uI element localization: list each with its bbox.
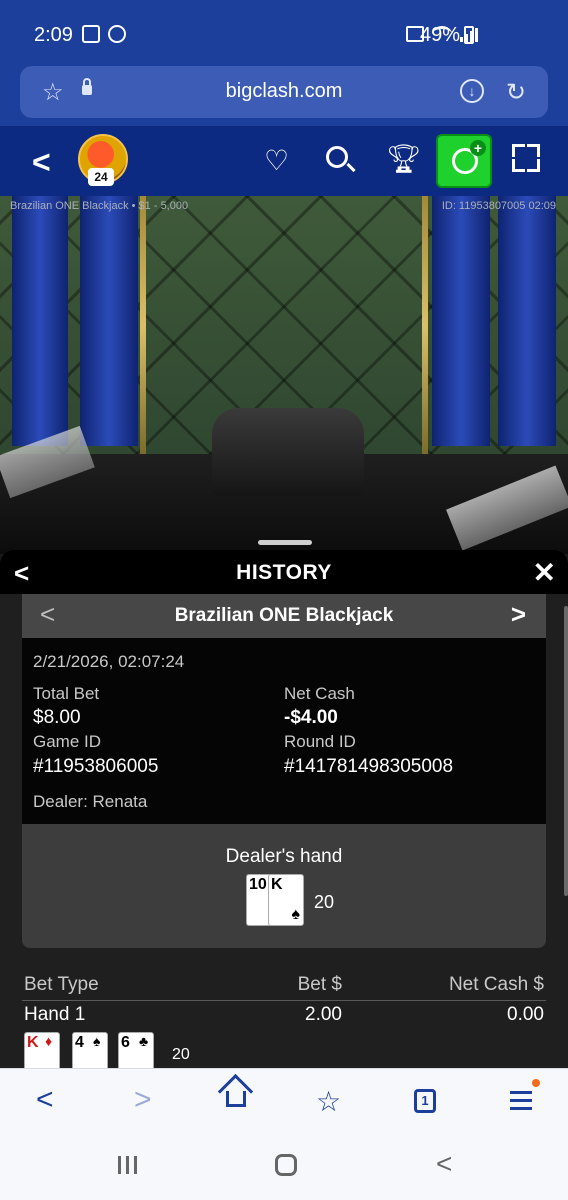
table-row: Hand 1 2.00 0.00 (0, 1004, 568, 1030)
history-header: < HISTORY ✕ (0, 550, 568, 594)
dealer-hand-section: Dealer's hand 10 ♣ K ♠ 20 (22, 824, 546, 948)
player-card: K ♦ (24, 1032, 60, 1068)
bet-amount-cell: 2.00 (305, 1004, 342, 1025)
table-limits-label: Brazilian ONE Blackjack • $1 - 5,000 (10, 200, 189, 212)
dealer-card: K ♠ (268, 874, 304, 926)
player-level-badge: 24 (88, 168, 114, 186)
game-id-label: Game ID (33, 732, 102, 751)
history-title: HISTORY (236, 561, 332, 584)
browser-back-icon[interactable]: < (36, 1083, 54, 1117)
live-dealer-video: Brazilian ONE Blackjack • $1 - 5,000 ID:… (0, 196, 568, 554)
hand-total: 20 (172, 1046, 190, 1063)
net-cash-label: Net Cash (284, 684, 355, 703)
panel-drag-handle[interactable] (258, 540, 312, 545)
cashier-coins-button[interactable] (436, 134, 492, 188)
studio-pillar (498, 196, 556, 446)
status-notification-icons (82, 25, 126, 43)
round-datetime: 2/21/2026, 02:07:24 (33, 652, 185, 671)
game-name: Brazilian ONE Blackjack (174, 605, 394, 626)
game-id-value: #11953806005 (33, 756, 159, 777)
browser-toolbar: ☆ bigclash.com ↓ ↻ (0, 66, 568, 126)
search-icon[interactable] (326, 146, 348, 168)
gold-trim (422, 196, 428, 456)
dealer-chair (212, 408, 364, 496)
activity-notification-icon (108, 25, 126, 43)
status-time: 2:09 (34, 24, 73, 46)
back-chevron-icon[interactable]: < (32, 144, 51, 181)
browser-forward-icon[interactable]: > (134, 1083, 152, 1117)
menu-notification-dot (532, 1079, 540, 1087)
address-bar[interactable]: ☆ bigclash.com ↓ ↻ (20, 66, 548, 118)
game-header: < 24 ♡ 🏆︎ (0, 126, 568, 196)
studio-pillar (80, 196, 138, 446)
fullscreen-icon[interactable] (512, 144, 540, 172)
history-panel: < HISTORY ✕ < Brazilian ONE Blackjack > … (0, 550, 568, 1068)
next-game-chevron-icon[interactable]: > (511, 599, 526, 630)
round-details: 2/21/2026, 02:07:24 Total Bet $8.00 Net … (22, 638, 546, 824)
battery-icon (464, 26, 474, 44)
bet-amount-header: Bet $ (297, 974, 342, 995)
recent-apps-icon[interactable] (118, 1156, 138, 1174)
dealer-hand-title: Dealer's hand (225, 846, 343, 867)
round-id-value: #141781498305008 (284, 756, 454, 777)
tabs-icon[interactable]: 1 (414, 1089, 436, 1113)
divider (22, 1000, 546, 1001)
bet-type-header: Bet Type (24, 974, 99, 995)
browser-bottom-bar: < > ☆ 1 (0, 1068, 568, 1135)
system-back-icon[interactable]: < (436, 1148, 452, 1180)
battery-percent: 49% (419, 24, 460, 46)
bet-type-cell: Hand 1 (24, 1004, 86, 1025)
total-bet-label: Total Bet (33, 684, 100, 703)
favorite-heart-icon[interactable]: ♡ (264, 144, 289, 177)
net-cash-cell: 0.00 (507, 1004, 544, 1025)
history-scrollbar[interactable] (564, 606, 568, 896)
dealer-name: Dealer: Renata (33, 792, 148, 811)
system-navigation-bar: < (0, 1134, 568, 1200)
game-navigator: < Brazilian ONE Blackjack > (22, 594, 546, 638)
net-cash-value: -$4.00 (284, 707, 338, 728)
browser-home-icon[interactable] (226, 1091, 246, 1107)
game-id-label: ID: 11953807005 02:09 (441, 200, 556, 212)
total-bet-value: $8.00 (33, 707, 81, 728)
net-cash-header: Net Cash $ (448, 974, 544, 995)
close-icon[interactable]: ✕ (533, 556, 556, 589)
round-id-label: Round ID (284, 732, 356, 751)
bookmarks-star-icon[interactable]: ☆ (316, 1085, 341, 1118)
reload-icon[interactable]: ↻ (506, 78, 526, 107)
browser-menu-icon[interactable] (510, 1091, 532, 1111)
player-card: 4 ♠ (72, 1032, 108, 1068)
status-bar: 2:09 49% (0, 0, 568, 66)
trophy-icon[interactable]: 🏆︎ (386, 142, 422, 175)
studio-pillar (432, 196, 490, 446)
player-card: 6 ♣ (118, 1032, 154, 1068)
dealer-hand-total: 20 (314, 892, 335, 912)
home-icon[interactable] (275, 1154, 297, 1176)
bet-table-header: Bet Type Bet $ Net Cash $ (0, 974, 568, 1002)
gallery-notification-icon (82, 25, 100, 43)
gold-trim (140, 196, 146, 456)
studio-pillar (12, 196, 68, 446)
download-icon[interactable]: ↓ (460, 79, 484, 103)
